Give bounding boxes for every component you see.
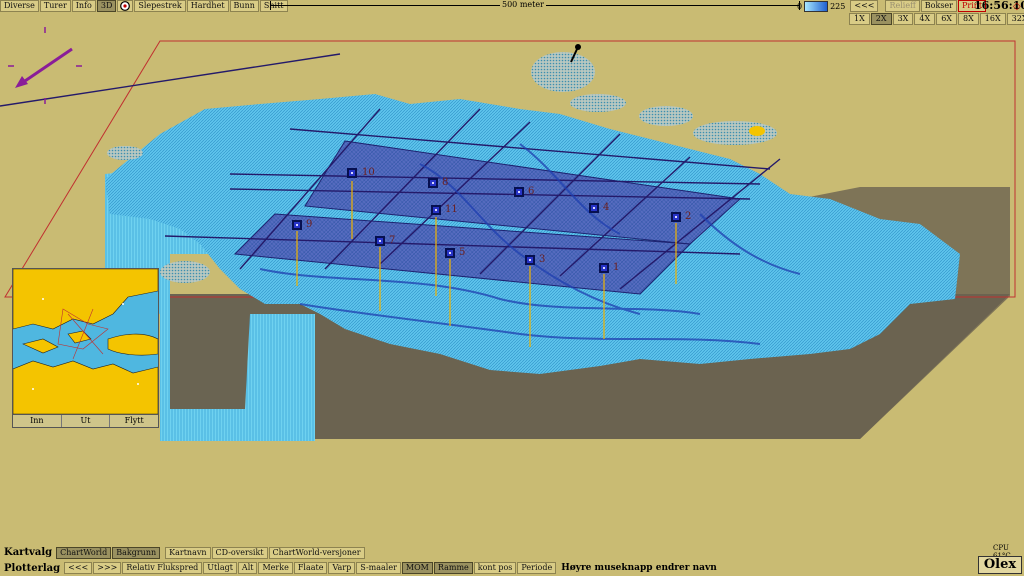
olex-logo[interactable]: Olex bbox=[978, 556, 1022, 574]
plotterlag-prev-button[interactable]: <<< bbox=[64, 562, 93, 574]
scale-label: 500 meter bbox=[500, 0, 546, 9]
mom-button[interactable]: MOM bbox=[401, 562, 433, 574]
island-d bbox=[693, 121, 777, 145]
marker-5[interactable] bbox=[445, 248, 455, 258]
island-g bbox=[160, 261, 210, 283]
marker-8[interactable] bbox=[428, 178, 438, 188]
utlagt-button[interactable]: Utlagt bbox=[203, 562, 237, 574]
view-3d-button[interactable]: 3D bbox=[96, 0, 117, 12]
plotterlag-label: Plotterlag bbox=[4, 562, 61, 574]
marker-3[interactable] bbox=[525, 255, 535, 265]
heading-arrow bbox=[21, 47, 73, 85]
menu-diverse-button[interactable]: Diverse bbox=[0, 0, 39, 12]
chartworld-versjoner-button[interactable]: ChartWorld-versjoner bbox=[268, 546, 365, 559]
kartvalg-label: Kartvalg bbox=[4, 547, 53, 558]
marker-10-label: 10 bbox=[362, 167, 375, 178]
relieff-button[interactable]: Relieff bbox=[885, 0, 920, 12]
relativ-flukspred-button[interactable]: Relativ Flukspred bbox=[122, 562, 203, 574]
nav-back-button[interactable]: <<< bbox=[850, 0, 879, 12]
merke-button[interactable]: Merke bbox=[258, 562, 293, 574]
marker-2[interactable] bbox=[671, 212, 681, 222]
kartvalg-bar: Kartvalg ChartWorld Bakgrunn Kartnavn CD… bbox=[0, 546, 366, 559]
marker-4[interactable] bbox=[589, 203, 599, 213]
varp-button[interactable]: Varp bbox=[328, 562, 356, 574]
marker-7[interactable] bbox=[375, 236, 385, 246]
marker-10[interactable] bbox=[347, 168, 357, 178]
heading-ticks bbox=[8, 27, 82, 104]
marker-9[interactable] bbox=[292, 220, 302, 230]
island-f bbox=[107, 146, 143, 160]
flaate-button[interactable]: Flaate bbox=[293, 562, 328, 574]
overview-zoom-in-button[interactable]: Inn bbox=[13, 415, 62, 427]
s-maaler-button[interactable]: S-maaler bbox=[356, 562, 401, 574]
overview-zoom-out-button[interactable]: Ut bbox=[62, 415, 111, 427]
marker-3-label: 3 bbox=[539, 254, 546, 265]
menu-info-button[interactable]: Info bbox=[71, 0, 96, 12]
bakgrunn-button[interactable]: Bakgrunn bbox=[112, 546, 161, 559]
plotterlag-bar: Plotterlag <<< >>> Relativ Flukspred Utl… bbox=[0, 561, 717, 575]
heading-arrow-head bbox=[15, 76, 28, 88]
marker-4-label: 4 bbox=[603, 202, 610, 213]
overview-move-button[interactable]: Flytt bbox=[110, 415, 158, 427]
menu-turer-button[interactable]: Turer bbox=[39, 0, 71, 12]
menu-bunn-button[interactable]: Bunn bbox=[229, 0, 259, 12]
marker-6[interactable] bbox=[514, 187, 524, 197]
periode-button[interactable]: Periode bbox=[517, 562, 557, 574]
island-c bbox=[639, 106, 693, 126]
island-b bbox=[570, 94, 626, 112]
marker-8-label: 8 bbox=[442, 177, 449, 188]
marker-1-label: 1 bbox=[613, 262, 620, 273]
chartworld-button[interactable]: ChartWorld bbox=[56, 546, 112, 559]
overview-map-canvas bbox=[13, 269, 158, 414]
island-e bbox=[749, 126, 765, 136]
depth-gradient bbox=[804, 0, 829, 12]
cd-oversikt-button[interactable]: CD-oversikt bbox=[211, 546, 268, 559]
marker-11[interactable] bbox=[431, 205, 441, 215]
alt-button[interactable]: Alt bbox=[237, 562, 258, 574]
ramme-button[interactable]: Ramme bbox=[433, 562, 473, 574]
depth-min: 0 bbox=[797, 1, 803, 11]
compass-icon[interactable] bbox=[117, 0, 134, 12]
marker-1[interactable] bbox=[599, 263, 609, 273]
marker-6-label: 6 bbox=[528, 186, 535, 197]
marker-5-label: 5 bbox=[459, 247, 466, 258]
kont-pos-button[interactable]: kont pos bbox=[473, 562, 517, 574]
bokser-button[interactable]: Bokser bbox=[920, 0, 957, 12]
marker-11-label: 11 bbox=[445, 204, 458, 215]
marker-7-label: 7 bbox=[389, 235, 396, 246]
plotterlag-next-button[interactable]: >>> bbox=[93, 562, 122, 574]
menu-slepestrek-button[interactable]: Slepestrek bbox=[134, 0, 186, 12]
overview-map-toolbar: Inn Ut Flytt bbox=[13, 414, 158, 427]
marker-2-label: 2 bbox=[685, 211, 692, 222]
island-a bbox=[531, 52, 595, 92]
clock-icon: ◇ bbox=[1013, 1, 1021, 12]
overview-map[interactable]: Inn Ut Flytt bbox=[12, 268, 159, 428]
kartnavn-button[interactable]: Kartnavn bbox=[165, 546, 211, 559]
marker-9-label: 9 bbox=[306, 219, 313, 230]
depth-legend: 0 225 <<< Relieff Bokser Print bbox=[797, 0, 987, 12]
scale-bar: 500 meter bbox=[270, 0, 800, 12]
hint-text: Høyre museknapp endrer navn bbox=[561, 563, 717, 573]
menu-hardhet-button[interactable]: Hardhet bbox=[186, 0, 229, 12]
pole-marker-tip bbox=[575, 44, 581, 50]
depth-max: 225 bbox=[830, 1, 846, 11]
